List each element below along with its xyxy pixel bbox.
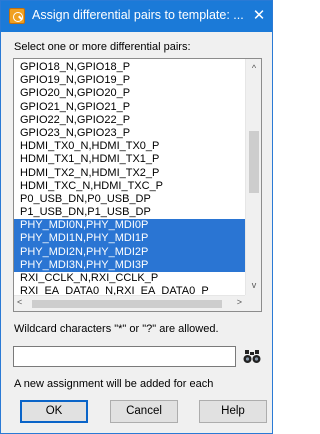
select-pairs-label: Select one or more differential pairs: — [14, 41, 191, 53]
list-item[interactable]: GPIO20_N,GPIO20_P — [14, 87, 246, 100]
list-item[interactable]: HDMI_TX0_N,HDMI_TX0_P — [14, 140, 246, 153]
list-item[interactable]: HDMI_TXC_N,HDMI_TXC_P — [14, 180, 246, 193]
list-item[interactable]: HDMI_TX2_N,HDMI_TX2_P — [14, 167, 246, 180]
search-input[interactable] — [13, 346, 236, 367]
list-item[interactable]: PHY_MDI1N,PHY_MDI1P — [14, 232, 246, 246]
close-button[interactable]: ✕ — [249, 5, 269, 27]
assignment-note: A new assignment will be added for each — [14, 378, 214, 390]
scrollbar-corner — [245, 295, 261, 311]
list-item[interactable]: PHY_MDI0N,PHY_MDI0P — [14, 219, 246, 233]
window-title: Assign differential pairs to template: .… — [32, 8, 244, 22]
list-item[interactable]: GPIO22_N,GPIO22_P — [14, 114, 246, 127]
list-item[interactable]: RXI_CCLK_N,RXI_CCLK_P — [14, 272, 246, 285]
find-button[interactable] — [240, 346, 264, 367]
binoculars-icon — [243, 350, 261, 363]
list-item[interactable]: GPIO19_N,GPIO19_P — [14, 74, 246, 87]
list-item[interactable]: PHY_MDI3N,PHY_MDI3P — [14, 258, 246, 272]
differential-pairs-list[interactable]: GPIO18_N,GPIO18_P GPIO19_N,GPIO19_P GPIO20… — [13, 58, 262, 312]
list-item[interactable]: HDMI_TX1_N,HDMI_TX1_P — [14, 153, 246, 166]
scroll-right-arrow-icon[interactable]: > — [230, 297, 242, 311]
scroll-up-arrow-icon[interactable]: ^ — [246, 63, 261, 77]
scroll-left-arrow-icon[interactable]: < — [17, 297, 29, 311]
list-item[interactable]: GPIO23_N,GPIO23_P — [14, 127, 246, 140]
pair-list-items: GPIO18_N,GPIO18_P GPIO19_N,GPIO19_P GPIO20… — [14, 61, 246, 311]
wildcard-hint: Wildcard characters "*" or "?" are allow… — [14, 323, 219, 335]
vertical-scrollbar[interactable]: ^ v — [245, 59, 261, 296]
scroll-down-arrow-icon[interactable]: v — [246, 280, 261, 294]
cancel-button[interactable]: Cancel — [110, 400, 178, 423]
assign-differential-pairs-dialog: Assign differential pairs to template: .… — [0, 0, 273, 434]
horizontal-scrollbar[interactable]: < > — [14, 295, 246, 311]
list-item[interactable]: PHY_MDI2N,PHY_MDI2P — [14, 245, 246, 259]
horizontal-scroll-thumb[interactable] — [32, 300, 222, 308]
title-bar[interactable]: Assign differential pairs to template: .… — [1, 1, 272, 32]
list-item[interactable]: GPIO18_N,GPIO18_P — [14, 61, 246, 74]
list-item[interactable]: GPIO21_N,GPIO21_P — [14, 101, 246, 114]
list-item[interactable]: P1_USB_DN,P1_USB_DP — [14, 206, 246, 219]
template-search-icon — [9, 8, 25, 24]
vertical-scroll-thumb[interactable] — [249, 131, 259, 193]
help-button[interactable]: Help — [199, 400, 267, 423]
list-item[interactable]: P0_USB_DN,P0_USB_DP — [14, 193, 246, 206]
ok-button[interactable]: OK — [20, 400, 88, 423]
